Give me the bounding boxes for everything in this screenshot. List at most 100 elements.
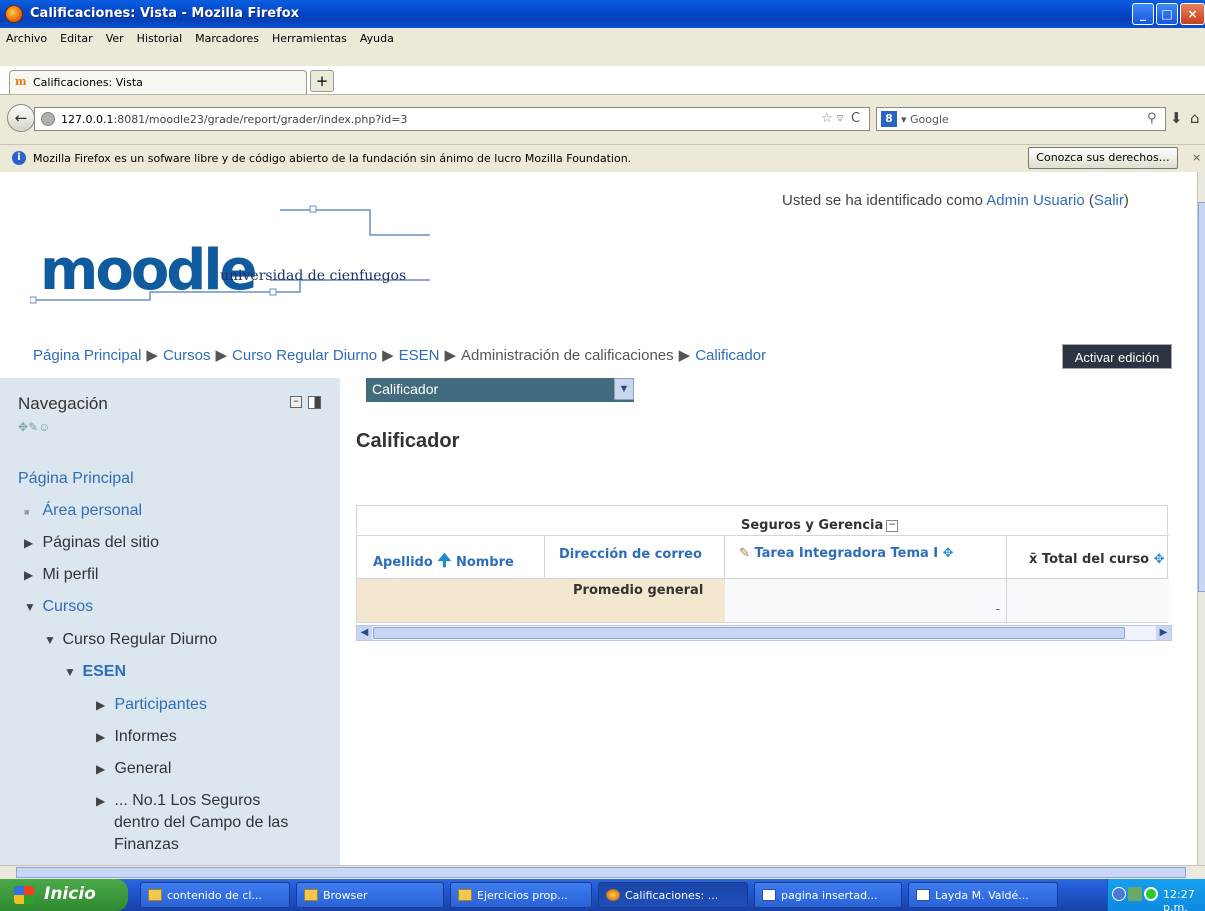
- turn-editing-on-button[interactable]: Activar edición: [1062, 344, 1172, 369]
- search-input[interactable]: 8 ▾ Google ⚲: [876, 107, 1166, 131]
- status-icon[interactable]: [1144, 887, 1158, 901]
- back-tray-icon[interactable]: [1112, 887, 1126, 901]
- download-icon[interactable]: ⬇: [1170, 109, 1183, 127]
- moodle-favicon-icon: m: [15, 75, 27, 88]
- expand-icon: ▶: [24, 536, 34, 550]
- expand-icon: ▶: [24, 568, 34, 582]
- page-title: Calificador: [356, 430, 460, 452]
- windows-taskbar: Inicio contenido de cl... Browser Ejerci…: [0, 879, 1205, 911]
- collapse-icon: ▼: [64, 665, 76, 679]
- expand-icon: ▶: [96, 698, 106, 712]
- search-engine-icon[interactable]: 8: [881, 111, 897, 127]
- nav-course[interactable]: ▼ Curso Regular Diurno: [44, 631, 217, 649]
- globe-icon: [41, 112, 55, 126]
- menu-herramientas[interactable]: Herramientas: [271, 32, 348, 45]
- move-icon: ✥: [942, 546, 954, 561]
- window-title-bar: Calificaciones: Vista - Mozilla Firefox …: [0, 0, 1205, 28]
- nav-general[interactable]: ▶ General: [96, 760, 171, 778]
- menu-bar: Archivo Editar Ver Historial Marcadores …: [0, 28, 1205, 66]
- collapse-block-icon[interactable]: −: [290, 396, 302, 408]
- logout-link[interactable]: Salir: [1094, 192, 1124, 209]
- task-average-cell: -: [725, 579, 1007, 622]
- nav-esen[interactable]: ▼ ESEN: [64, 663, 126, 681]
- menu-archivo[interactable]: Archivo: [5, 32, 48, 45]
- taskbar-item[interactable]: Layda M. Valdé...: [908, 882, 1058, 908]
- close-notification-icon[interactable]: ×: [1192, 151, 1201, 164]
- reload-icon[interactable]: C: [851, 111, 860, 126]
- notification-bar: i Mozilla Firefox es un sofware libre y …: [0, 144, 1205, 172]
- clock: 12:27 p.m.: [1163, 888, 1195, 911]
- taskbar-item[interactable]: contenido de cl...: [140, 882, 290, 908]
- collapse-icon: ▼: [44, 633, 56, 647]
- expand-icon: ▶: [96, 730, 106, 744]
- know-your-rights-button[interactable]: Conozca sus derechos…: [1028, 147, 1178, 169]
- nav-profile[interactable]: ▶ Mi perfil: [24, 566, 98, 584]
- breadcrumb-esen[interactable]: ESEN: [399, 347, 440, 364]
- chevron-down-icon[interactable]: ▼: [614, 378, 634, 400]
- bookmark-star-icon[interactable]: ☆ ▿: [821, 111, 843, 126]
- nav-courses[interactable]: ▼ Cursos: [24, 598, 93, 616]
- breadcrumb: Página Principal ▶ Cursos ▶ Curso Regular Di…: [33, 347, 767, 364]
- sort-up-icon: 🠉: [437, 551, 452, 571]
- address-bar[interactable]: 127.0.0.1:8081/moodle23/grade/report/gra…: [34, 107, 870, 131]
- nav-topic-1[interactable]: ▶ ... No.1 Los Seguros: [96, 792, 260, 810]
- minimize-button[interactable]: _: [1132, 3, 1154, 25]
- menu-editar[interactable]: Editar: [59, 32, 94, 45]
- magnifier-icon[interactable]: ⚲: [1147, 111, 1157, 126]
- menu-ayuda[interactable]: Ayuda: [359, 32, 395, 45]
- taskbar-item[interactable]: Ejercicios prop...: [450, 882, 592, 908]
- close-window-button[interactable]: ×: [1180, 3, 1205, 25]
- moodle-logo: moodle universidad de cienfuegos: [30, 200, 430, 320]
- breadcrumb-home[interactable]: Página Principal: [33, 347, 141, 364]
- home-icon[interactable]: ⌂: [1190, 109, 1200, 127]
- nav-home[interactable]: Página Principal: [18, 470, 134, 488]
- nav-personal[interactable]: ■ Área personal: [24, 502, 142, 520]
- login-info: Usted se ha identificado como Admin Usua…: [782, 192, 1129, 209]
- collapse-icon: ▼: [24, 600, 36, 614]
- page-horizontal-scrollbar[interactable]: [0, 865, 1205, 879]
- task-header[interactable]: ✎ Tarea Integradora Tema I ✥: [739, 546, 954, 561]
- user-link[interactable]: Admin Usuario: [986, 192, 1084, 209]
- menu-historial[interactable]: Historial: [136, 32, 183, 45]
- start-button[interactable]: Inicio: [0, 879, 128, 911]
- windows-flag-icon: [14, 886, 34, 904]
- overall-average-label: Promedio general: [573, 583, 704, 598]
- table-horizontal-scrollbar[interactable]: ◀ ▶: [356, 625, 1172, 641]
- tab-label: Calificaciones: Vista: [33, 76, 143, 89]
- navigation-toolbar: ← 127.0.0.1:8081/moodle23/grade/report/g…: [0, 94, 1205, 144]
- firefox-icon: [5, 5, 23, 23]
- taskbar-item[interactable]: Browser: [296, 882, 444, 908]
- category-header-row: Seguros y Gerencia −: [357, 506, 1169, 536]
- course-total-header[interactable]: x̄ Total del curso ✥: [1029, 552, 1165, 567]
- block-title: Navegación: [18, 394, 108, 413]
- overall-average-row: Promedio general -: [357, 578, 1169, 622]
- nav-participants[interactable]: ▶ Participantes: [96, 696, 207, 714]
- block-tools-icon[interactable]: ✥✎☺: [18, 420, 50, 434]
- taskbar-item[interactable]: Calificaciones: ...: [598, 882, 748, 908]
- dock-block-icon[interactable]: [308, 396, 321, 409]
- scroll-left-icon: ◀: [357, 626, 372, 640]
- nav-topic-1-line3: Finanzas: [114, 836, 179, 853]
- nav-reports[interactable]: ▶ Informes: [96, 728, 177, 746]
- email-header[interactable]: Dirección de correo: [559, 547, 702, 562]
- email-header-cell: Dirección de correo: [545, 536, 725, 578]
- page-vertical-scrollbar[interactable]: [1197, 172, 1205, 865]
- menu-ver[interactable]: Ver: [105, 32, 125, 45]
- task-header-cell: ✎ Tarea Integradora Tema I ✥: [725, 536, 1007, 578]
- breadcrumb-cursos[interactable]: Cursos: [163, 347, 211, 364]
- breadcrumb-course[interactable]: Curso Regular Diurno: [232, 347, 377, 364]
- menu-marcadores[interactable]: Marcadores: [194, 32, 260, 45]
- nav-site-pages[interactable]: ▶ Páginas del sitio: [24, 534, 159, 552]
- network-icon[interactable]: [1128, 887, 1142, 901]
- back-arrow-icon[interactable]: ←: [7, 104, 35, 132]
- breadcrumb-grader[interactable]: Calificador: [695, 347, 766, 364]
- maximize-button[interactable]: □: [1156, 3, 1178, 25]
- browser-tab[interactable]: m Calificaciones: Vista: [9, 70, 307, 94]
- expand-icon: ▶: [96, 794, 106, 808]
- total-average-cell: [1007, 579, 1169, 622]
- sort-name-header[interactable]: Apellido 🠉 Nombre: [373, 548, 514, 577]
- report-select[interactable]: Calificador ▼: [366, 378, 634, 402]
- new-tab-button[interactable]: +: [310, 70, 334, 92]
- taskbar-item[interactable]: pagina insertad...: [754, 882, 902, 908]
- collapse-category-icon[interactable]: −: [886, 519, 899, 532]
